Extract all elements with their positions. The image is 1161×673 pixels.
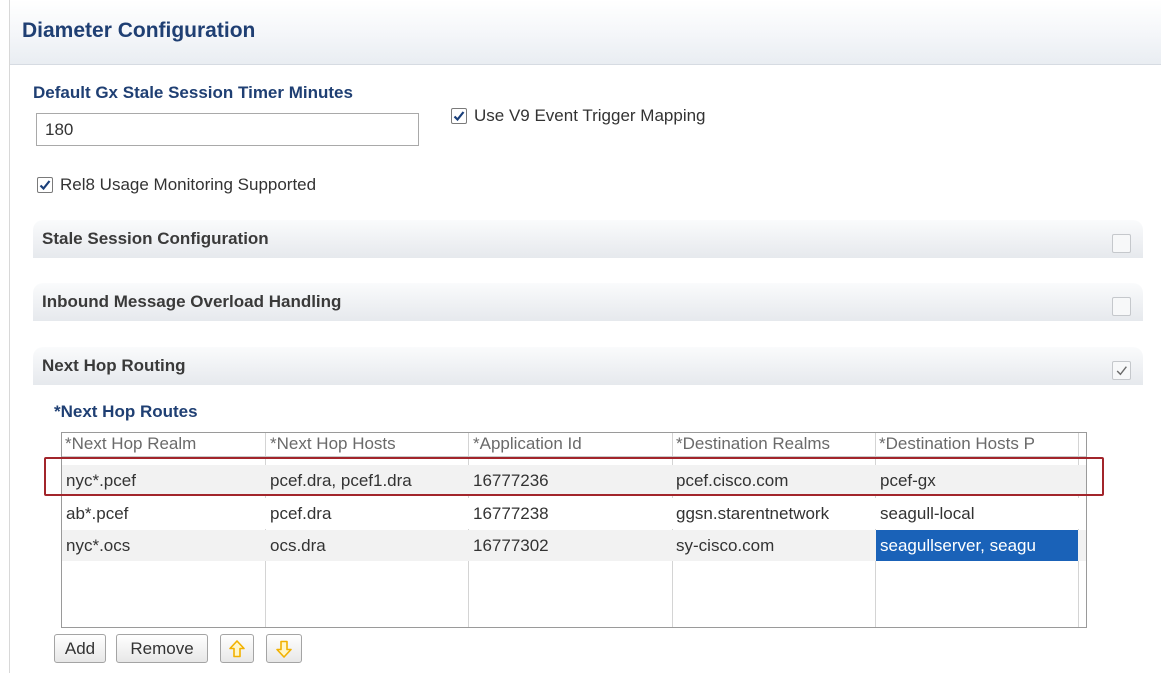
section-stale-session[interactable]: Stale Session Configuration bbox=[33, 220, 1143, 258]
page-title: Diameter Configuration bbox=[22, 19, 256, 42]
table-cell[interactable]: ab*.pcef bbox=[66, 504, 264, 528]
next-hop-routes-label: *Next Hop Routes bbox=[54, 402, 198, 421]
section-toggle-checkbox[interactable] bbox=[1112, 361, 1131, 380]
arrow-up-icon bbox=[229, 639, 245, 657]
section-title: Stale Session Configuration bbox=[42, 229, 269, 248]
column-header[interactable]: *Application Id bbox=[473, 434, 670, 456]
section-toggle-checkbox[interactable] bbox=[1112, 297, 1131, 316]
page-header: Diameter Configuration bbox=[10, 0, 1161, 65]
section-toggle-checkbox[interactable] bbox=[1112, 234, 1131, 253]
table-cell[interactable]: 16777238 bbox=[473, 504, 670, 528]
rel8-label: Rel8 Usage Monitoring Supported bbox=[60, 175, 317, 194]
table-header: *Next Hop Realm *Next Hop Hosts *Applica… bbox=[62, 433, 1086, 457]
table-cell[interactable]: nyc*.ocs bbox=[66, 536, 264, 560]
table-cell[interactable]: seagull-local bbox=[880, 504, 1077, 528]
section-title: Inbound Message Overload Handling bbox=[42, 292, 342, 311]
use-v9-checkbox[interactable] bbox=[451, 108, 467, 124]
table-cell[interactable]: ocs.dra bbox=[270, 536, 466, 560]
checkmark-icon bbox=[1116, 366, 1127, 376]
column-header[interactable]: *Destination Realms bbox=[676, 434, 873, 456]
table-cell[interactable]: sy-cisco.com bbox=[676, 536, 873, 560]
column-header[interactable]: *Next Hop Hosts bbox=[270, 434, 466, 456]
stale-timer-input[interactable] bbox=[36, 113, 419, 146]
stale-timer-label: Default Gx Stale Session Timer Minutes bbox=[33, 83, 353, 102]
checkmark-icon bbox=[453, 111, 465, 122]
table-cell[interactable]: 16777302 bbox=[473, 536, 670, 560]
row-highlight-annotation bbox=[44, 457, 1104, 496]
table-cell-selected[interactable]: seagullserver, seagu bbox=[876, 530, 1078, 561]
table-row[interactable]: ab*.pcef pcef.dra 16777238 ggsn.starentn… bbox=[62, 498, 1086, 529]
column-header[interactable]: *Next Hop Realm bbox=[65, 434, 263, 456]
rel8-checkbox[interactable] bbox=[37, 177, 53, 193]
table-cell[interactable]: ggsn.starentnetwork bbox=[676, 504, 873, 528]
section-next-hop-routing[interactable]: Next Hop Routing bbox=[33, 347, 1143, 385]
remove-button[interactable]: Remove bbox=[116, 634, 208, 663]
table-cell[interactable]: pcef.dra bbox=[270, 504, 466, 528]
move-up-button[interactable] bbox=[220, 634, 254, 663]
column-header[interactable]: *Destination Hosts P bbox=[879, 434, 1077, 456]
use-v9-label: Use V9 Event Trigger Mapping bbox=[474, 106, 706, 125]
arrow-down-icon bbox=[276, 640, 292, 658]
move-down-button[interactable] bbox=[266, 634, 302, 663]
section-title: Next Hop Routing bbox=[42, 356, 186, 375]
page-left-border bbox=[9, 0, 10, 673]
checkmark-icon bbox=[39, 180, 51, 191]
table-row[interactable]: nyc*.ocs ocs.dra 16777302 sy-cisco.com s… bbox=[62, 530, 1086, 561]
add-button[interactable]: Add bbox=[54, 634, 106, 663]
section-inbound-overload[interactable]: Inbound Message Overload Handling bbox=[33, 283, 1143, 321]
